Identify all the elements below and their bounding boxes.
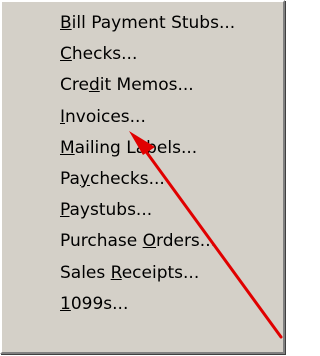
menu-item-label: 099s... [70,293,129,314]
menu-item-label: ailing Labels... [74,137,198,158]
menu-item-invoices[interactable]: Invoices... [2,102,283,133]
menu-item-label: ill Payment Stubs... [71,13,236,33]
menu-item-prefix: Pa [60,168,80,189]
menu-list: Bill Payment Stubs... Checks... Credit Mem… [2,2,283,320]
menu-item-paystubs[interactable]: Paystubs... [2,195,283,226]
menu-item-purchase-orders[interactable]: Purchase Orders... [2,226,283,257]
menu-item-accelerator: P [60,200,70,221]
menu-item-mailing-labels[interactable]: Mailing Labels... [2,133,283,164]
menu-item-label: hecks... [71,44,138,65]
menu-item-paychecks[interactable]: Paychecks... [2,164,283,195]
menu-item-label: checks... [89,168,165,189]
menu-item-accelerator: 1 [60,293,71,314]
menu-item-label: rders... [156,231,216,252]
menu-item-label: nvoices... [65,106,146,127]
menu-item-label: it Memos... [99,75,194,96]
menu-item-sales-receipts[interactable]: Sales Receipts... [2,258,283,289]
menu-item-accelerator: R [110,262,122,283]
menu-item-accelerator: y [79,168,90,189]
menu-item-label: aystubs... [69,200,153,221]
menu-item-prefix: Purchase [60,231,143,252]
print-forms-menu: Bill Payment Stubs... Checks... Credit Mem… [0,0,285,354]
menu-item-credit-memos[interactable]: Credit Memos... [2,70,283,101]
menu-item-accelerator: d [88,75,100,96]
menu-item-prefix: Cre [60,75,89,96]
menu-item-prefix: Sales [60,262,111,283]
menu-item-checks[interactable]: Checks... [2,39,283,70]
menu-item-accelerator: O [142,231,156,252]
menu-item-1099s[interactable]: 1099s... [2,289,283,320]
menu-item-label: eceipts... [121,262,200,283]
menu-item-accelerator: C [60,44,72,65]
menu-item-bill-payment-stubs[interactable]: Bill Payment Stubs... [2,8,283,39]
menu-item-accelerator: M [60,137,75,158]
menu-item-accelerator: B [60,13,72,33]
